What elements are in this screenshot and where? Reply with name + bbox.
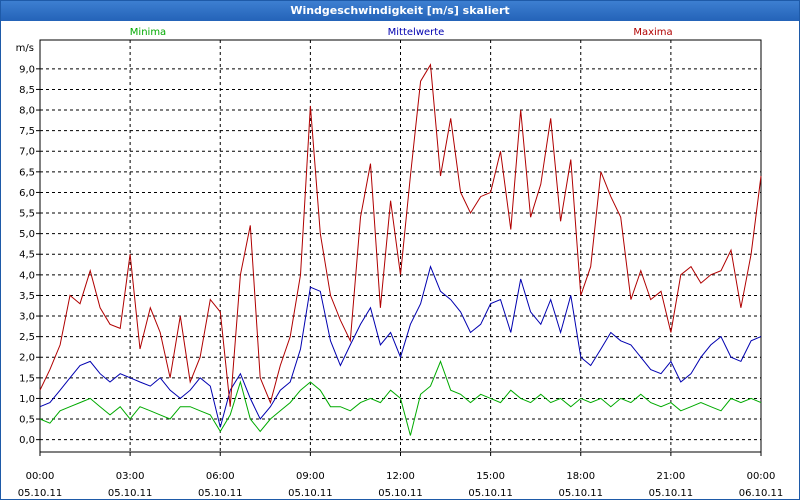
y-tick-label: 9,0 xyxy=(19,64,35,75)
x-tick-date-label: 05.10.11 xyxy=(18,488,63,499)
y-tick-label: 2,0 xyxy=(19,353,35,364)
y-tick-label: 8,0 xyxy=(19,106,35,117)
y-tick-label: 1,0 xyxy=(19,394,35,405)
y-tick-label: 4,0 xyxy=(19,270,35,281)
y-tick-label: 6,0 xyxy=(19,188,35,199)
chart-window: Windgeschwindigkeit [m/s] skaliert 0,0 0,… xyxy=(0,0,800,500)
x-tick-time-label: 00:00 xyxy=(26,471,55,482)
x-tick-date-label: 05.10.11 xyxy=(288,488,333,499)
y-tick-label: 8,5 xyxy=(19,85,35,96)
x-tick-time-label: 03:00 xyxy=(116,471,145,482)
y-tick-label: 5,0 xyxy=(19,229,35,240)
x-tick-date-label: 06.10.11 xyxy=(739,488,784,499)
y-tick-label: 4,5 xyxy=(19,250,35,261)
x-tick-date-label: 05.10.11 xyxy=(198,488,243,499)
x-tick-time-label: 15:00 xyxy=(476,471,505,482)
x-tick-time-label: 18:00 xyxy=(566,471,595,482)
series-line-maxima xyxy=(39,63,762,407)
y-tick-label: 0,5 xyxy=(19,415,35,426)
x-tick-date-label: 05.10.11 xyxy=(558,488,603,499)
y-tick-label: 0,0 xyxy=(19,435,35,446)
y-tick-label: 6,5 xyxy=(19,167,35,178)
x-tick-date-label: 05.10.11 xyxy=(468,488,513,499)
y-tick-label: 2,5 xyxy=(19,332,35,343)
y-axis-label: m/s xyxy=(16,43,34,54)
x-tick-time-label: 12:00 xyxy=(386,471,415,482)
x-tick-date-label: 05.10.11 xyxy=(649,488,694,499)
y-tick-label: 1,5 xyxy=(19,373,35,384)
x-tick-time-label: 21:00 xyxy=(656,471,685,482)
x-tick-time-label: 00:00 xyxy=(747,471,776,482)
x-tick-date-label: 05.10.11 xyxy=(108,488,153,499)
wind-speed-chart: 0,0 0,5 1,0 1,5 2,0 2,5 3,0 3,5 4,0 4,5 5,0 5,5 6,0 6… xyxy=(16,27,784,499)
legend-maxima: Maxima xyxy=(633,27,672,38)
x-tick-date-label: 05.10.11 xyxy=(378,488,423,499)
legend-mittelwerte: Mittelwerte xyxy=(388,27,445,38)
window-title: Windgeschwindigkeit [m/s] skaliert xyxy=(1,1,799,21)
y-tick-label: 3,5 xyxy=(19,291,35,302)
y-tick-label: 3,0 xyxy=(19,312,35,323)
x-tick-time-label: 06:00 xyxy=(206,471,235,482)
y-tick-label: 7,0 xyxy=(19,147,35,158)
y-tick-label: 7,5 xyxy=(19,126,35,137)
legend-minima: Minima xyxy=(130,27,166,38)
x-tick-time-label: 09:00 xyxy=(296,471,325,482)
y-tick-label: 5,5 xyxy=(19,209,35,220)
